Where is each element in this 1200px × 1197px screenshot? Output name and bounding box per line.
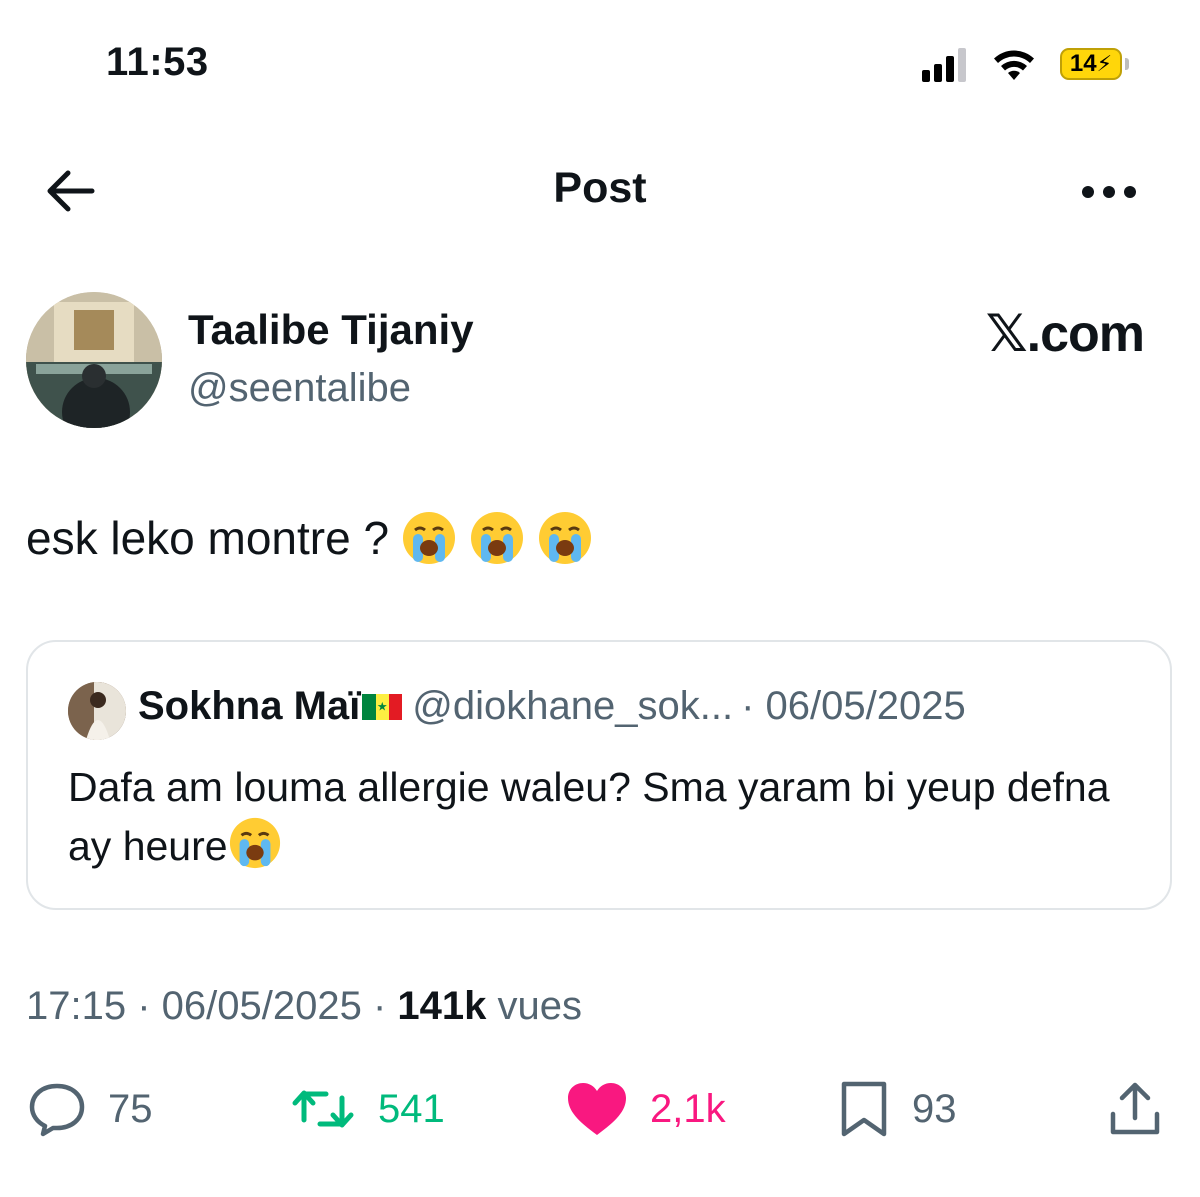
brand-logo: 𝕏.com [985,305,1145,363]
quote-author-avatar [68,682,126,740]
battery-charging-icon: 14⚡ [1060,48,1122,80]
status-time: 11:53 [106,40,209,84]
views-label: vues [497,984,583,1028]
repost-count: 541 [378,1086,445,1131]
reply-button[interactable]: 75 [28,1076,153,1142]
repost-button[interactable]: 541 [290,1076,445,1142]
quote-header: Sokhna Maï ★ @diokhane_sok... · 06/05/20… [138,684,966,729]
like-button[interactable]: 2,1k [566,1076,726,1142]
post-text: esk leko montre ? [26,510,593,566]
quote-text: Dafa am louma allergie waleu? Sma yaram … [68,758,1148,875]
repost-icon [292,1090,354,1128]
avatar-photo [26,292,162,428]
author-name[interactable]: Taalibe Tijaniy [188,306,474,354]
charging-bolt-icon: ⚡ [1096,51,1113,76]
heart-filled-icon [568,1083,626,1135]
post-page: 11:53 14⚡ Post Taalibe Tijaniy @seentali… [0,0,1200,1197]
bookmark-count: 93 [912,1086,957,1131]
bookmark-button[interactable]: 93 [838,1076,957,1142]
post-meta: 17:15 · 06/05/2025 · 141k vues [26,984,582,1029]
quote-date: · 06/05/2025 [741,684,966,728]
battery-nub [1125,58,1129,70]
quoted-post-card[interactable]: Sokhna Maï ★ @diokhane_sok... · 06/05/20… [26,640,1172,910]
bookmark-icon [841,1081,887,1137]
views-count: 141k [397,984,487,1028]
signal-icon [922,46,966,82]
post-text-content: esk leko montre ? [26,512,390,564]
quote-author-handle: @diokhane_sok... [412,684,734,728]
reply-count: 75 [108,1086,153,1131]
share-button[interactable] [1108,1076,1162,1142]
battery-level: 14 [1069,50,1097,77]
author-avatar[interactable] [26,292,162,428]
crying-face-emoji-icon [471,512,524,564]
like-count: 2,1k [650,1086,726,1131]
senegal-flag-icon: ★ [362,693,403,720]
reply-icon [29,1083,85,1137]
quote-avatar-photo [68,682,126,740]
crying-face-emoji-icon [539,512,592,564]
post-timestamp: 17:15 · 06/05/2025 · [26,984,398,1028]
share-icon [1110,1082,1160,1135]
page-title: Post [553,164,647,212]
quote-author-name: Sokhna Maï [138,684,361,728]
wifi-icon [994,50,1034,80]
more-horizontal-icon[interactable] [1082,182,1136,202]
crying-face-emoji-icon [229,817,280,869]
quote-text-content: Dafa am louma allergie waleu? Sma yaram … [68,764,1110,869]
crying-face-emoji-icon [403,512,456,564]
author-handle[interactable]: @seentalibe [188,366,411,411]
